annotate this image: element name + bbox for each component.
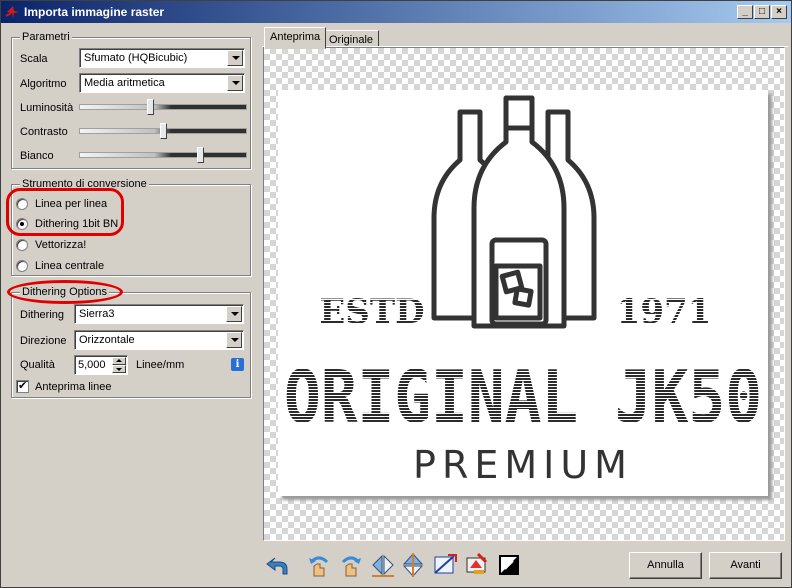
direzione-select[interactable]: Orizzontale: [74, 330, 244, 350]
parametri-title: Parametri: [20, 31, 72, 43]
qualita-value: 5,000: [78, 359, 106, 371]
app-logo-icon: [5, 6, 19, 18]
flip-horizontal-icon[interactable]: [370, 552, 396, 578]
qualita-unit: Linee/mm: [136, 359, 185, 371]
crop-icon[interactable]: [432, 552, 458, 578]
highlight-annotation: [6, 188, 124, 236]
info-icon[interactable]: i: [231, 358, 244, 371]
algoritmo-select[interactable]: Media aritmetica: [79, 73, 245, 93]
algoritmo-label: Algoritmo: [20, 78, 67, 90]
scala-label: Scala: [20, 53, 48, 65]
preview-image: ESTD 1971 ORIGINAL JK50 PREMIUM: [278, 90, 768, 496]
dithering-value: Sierra3: [79, 308, 115, 320]
bianco-slider[interactable]: [79, 147, 247, 163]
radio-linea-centrale[interactable]: [16, 260, 28, 272]
direzione-label: Direzione: [20, 335, 67, 347]
chevron-down-icon[interactable]: [227, 50, 243, 66]
scala-value: Sfumato (HQBicubic): [84, 52, 188, 64]
undo-icon[interactable]: [265, 552, 291, 578]
algoritmo-value: Media aritmetica: [84, 77, 165, 89]
avanti-button[interactable]: Avanti: [709, 552, 782, 579]
option-vettorizza-label: Vettorizza!: [35, 239, 87, 251]
anteprima-linee-checkbox[interactable]: [16, 379, 29, 393]
dithering-select[interactable]: Sierra3: [74, 304, 244, 324]
chevron-down-icon[interactable]: [226, 332, 242, 348]
option-linea-centrale-label: Linea centrale: [35, 260, 105, 272]
qualita-label: Qualità: [20, 359, 55, 371]
anteprima-linee-label: Anteprima linee: [35, 381, 112, 393]
auto-trim-icon[interactable]: [464, 552, 490, 578]
rotate-left-icon[interactable]: [306, 552, 332, 578]
title-bar: Importa immagine raster _ □ ×: [1, 1, 791, 23]
import-raster-dialog: Importa immagine raster _ □ × Parametri …: [0, 0, 792, 588]
close-button[interactable]: ×: [771, 5, 787, 19]
preview-canvas[interactable]: ESTD 1971 ORIGINAL JK50 PREMIUM: [263, 47, 785, 541]
stepper-up-icon[interactable]: [112, 357, 126, 365]
logo-sub-text: PREMIUM: [413, 443, 633, 487]
luminosita-thumb[interactable]: [147, 99, 154, 115]
luminosita-slider[interactable]: [79, 99, 247, 115]
rotate-right-icon[interactable]: [338, 552, 364, 578]
invert-icon[interactable]: [496, 552, 522, 578]
logo-year-text: 1971: [617, 292, 712, 332]
tab-anteprima[interactable]: Anteprima: [264, 27, 327, 49]
direzione-value: Orizzontale: [79, 334, 135, 346]
bianco-thumb[interactable]: [197, 147, 204, 163]
window-title: Importa immagine raster: [24, 5, 165, 19]
contrasto-slider[interactable]: [79, 123, 247, 139]
flip-vertical-icon[interactable]: [400, 552, 426, 578]
dithering-label: Dithering: [20, 309, 65, 321]
scala-select[interactable]: Sfumato (HQBicubic): [79, 48, 245, 68]
chevron-down-icon[interactable]: [227, 75, 243, 91]
qualita-stepper[interactable]: 5,000: [74, 355, 128, 375]
annulla-button[interactable]: Annulla: [629, 552, 702, 579]
chevron-down-icon[interactable]: [226, 306, 242, 322]
logo-brand-text: ORIGINAL JK50: [284, 355, 762, 439]
contrasto-label: Contrasto: [20, 126, 68, 138]
bottle-logo-graphic: ESTD 1971 ORIGINAL JK50 PREMIUM: [284, 95, 762, 487]
contrasto-thumb[interactable]: [160, 123, 167, 139]
maximize-button[interactable]: □: [754, 5, 770, 19]
highlight-annotation: [7, 280, 123, 304]
logo-estd-text: ESTD: [319, 292, 424, 332]
bianco-label: Bianco: [20, 150, 54, 162]
stepper-down-icon[interactable]: [112, 365, 126, 373]
radio-vettorizza[interactable]: [16, 239, 28, 251]
luminosita-label: Luminosità: [20, 102, 74, 114]
minimize-button[interactable]: _: [737, 5, 753, 19]
